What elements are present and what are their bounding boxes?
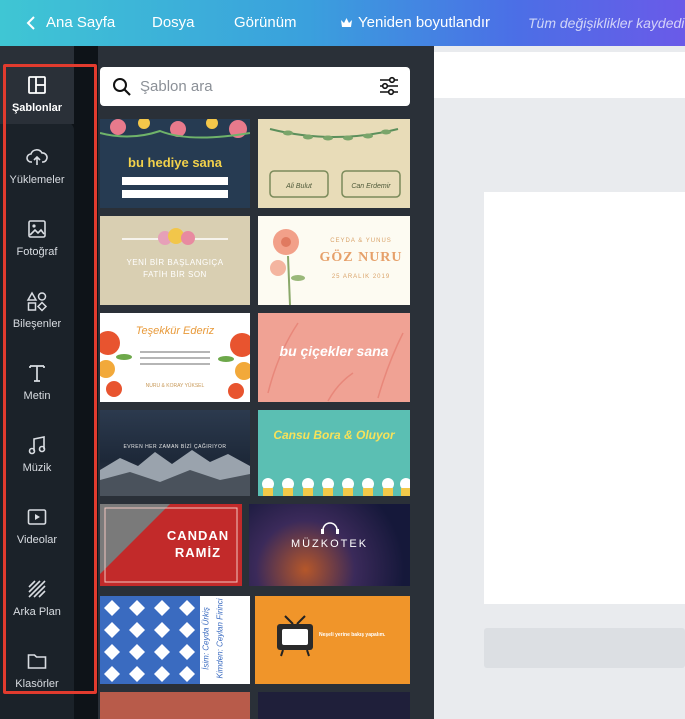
template-text: CEYDA & YUNUS	[330, 238, 392, 244]
template-text: EVREN HER ZAMAN BİZİ ÇAĞIRIYOR	[123, 444, 227, 450]
sidebar-item-elements[interactable]: Bileşenler	[0, 274, 74, 346]
add-page-bar[interactable]	[484, 628, 685, 668]
mountain-image	[100, 450, 250, 496]
template-card[interactable]: Teşekkür Ederiz NURU & KORAY YÜKSEL	[100, 313, 250, 402]
chevron-left-icon	[26, 15, 35, 30]
design-page[interactable]	[484, 192, 685, 604]
shapes-icon	[26, 291, 48, 312]
sidebar-item-text[interactable]: Metin	[0, 346, 74, 418]
template-card[interactable]: CANDAN RAMİZ	[100, 504, 242, 586]
template-card[interactable]: Ali Bulut Can Erdemir	[258, 119, 410, 208]
search-box[interactable]: Şablon ara	[100, 67, 410, 106]
template-card[interactable]: CEYDA & YUNUS GÖZ NURU 25 ARALIK 2019	[258, 216, 410, 305]
top-bar: Ana Sayfa Dosya Görünüm Yeniden boyutlan…	[0, 0, 685, 46]
template-title: CANDAN	[166, 528, 230, 543]
template-text: Kimden: Ceylan Firinci	[215, 598, 225, 679]
file-menu[interactable]: Dosya	[152, 14, 195, 31]
toolbar-area	[434, 52, 685, 98]
template-title: Cansu Bora & Oluyor	[273, 428, 395, 442]
search-input[interactable]: Şablon ara	[140, 78, 213, 95]
sidebar-item-uploads[interactable]: Yüklemeler	[0, 130, 74, 202]
sidebar-item-label: Klasörler	[15, 678, 59, 690]
editor-window: Ana Sayfa Dosya Görünüm Yeniden boyutlan…	[0, 0, 685, 719]
sidebar-item-label: Arka Plan	[13, 606, 61, 618]
template-text: Ali Bulut	[286, 183, 312, 190]
sidebar: Şablonlar Yüklemeler Fotoğraf Bileşenler…	[0, 46, 98, 719]
sidebar-item-label: Bileşenler	[12, 318, 62, 330]
filter-icon[interactable]	[378, 76, 400, 96]
save-status-text: Tüm değişiklikler kaydedi	[528, 15, 685, 31]
template-card[interactable]	[258, 692, 410, 719]
sidebar-item-label: Metin	[23, 390, 51, 402]
template-title: bu çiçekler sana	[279, 343, 389, 359]
template-text: YENİ BİR BAŞLANGIÇA	[126, 258, 224, 267]
tile-pattern	[100, 596, 200, 684]
view-label: Görünüm	[234, 14, 297, 31]
template-text: Can Erdemir	[351, 183, 391, 190]
template-text: 25 ARALIK 2019	[331, 274, 391, 280]
search-icon	[113, 77, 131, 96]
template-text: NURU & KORAY YÜKSEL	[145, 383, 205, 389]
template-title: MÜZKOTEK	[290, 538, 369, 550]
sidebar-item-background[interactable]: Arka Plan	[0, 562, 74, 634]
template-card[interactable]: YENİ BİR BAŞLANGIÇA FATİH BİR SON	[100, 216, 250, 305]
template-card[interactable]: bu hediye sana	[100, 119, 250, 208]
leaf-garland-decoration	[269, 128, 401, 198]
sidebar-item-music[interactable]: Müzik	[0, 418, 74, 490]
layout-icon	[28, 76, 46, 94]
save-status: Tüm değişiklikler kaydedi	[528, 15, 684, 31]
template-text: FATİH BİR SON	[143, 270, 207, 279]
sidebar-item-label: Videolar	[16, 534, 58, 546]
sidebar-item-videos[interactable]: Videolar	[0, 490, 74, 562]
template-card[interactable]: Cansu Bora & Oluyor	[258, 410, 410, 496]
template-text: İsim: Ceyda Ürkiş	[201, 607, 211, 670]
cupcake-decoration	[262, 478, 410, 496]
template-card[interactable]: bu çiçekler sana	[258, 313, 410, 402]
cloud-upload-icon	[26, 149, 48, 165]
template-card[interactable]	[100, 692, 250, 719]
template-card[interactable]: Neşeli yerine bakış yapalım.	[255, 596, 410, 684]
tv-icon	[277, 615, 313, 657]
template-card[interactable]: EVREN HER ZAMAN BİZİ ÇAĞIRIYOR	[100, 410, 250, 496]
template-card[interactable]: MÜZKOTEK	[249, 504, 410, 586]
templates-panel: Şablon ara bu hediye sana Ali Bulut Can …	[98, 46, 434, 719]
folder-icon	[27, 654, 47, 669]
template-title: GÖZ NURU	[319, 250, 403, 265]
image-icon	[28, 220, 46, 238]
template-title: Teşekkür Ederiz	[135, 325, 215, 337]
resize-label: Yeniden boyutlandır	[358, 14, 491, 31]
template-card[interactable]: İsim: Ceyda Ürkiş Kimden: Ceylan Firinci	[100, 596, 250, 684]
pattern-icon	[28, 580, 46, 598]
sidebar-item-photos[interactable]: Fotoğraf	[0, 202, 74, 274]
template-text: Neşeli yerine bakış yapalım.	[319, 632, 386, 638]
template-title: RAMİZ	[174, 545, 222, 560]
video-icon	[27, 509, 47, 525]
view-menu[interactable]: Görünüm	[234, 14, 297, 31]
sidebar-item-label: Yüklemeler	[9, 174, 65, 186]
text-icon	[29, 365, 45, 382]
sidebar-item-label: Fotoğraf	[16, 246, 58, 258]
template-title: bu hediye sana	[128, 155, 222, 170]
canvas-workspace	[434, 46, 685, 719]
sidebar-item-label: Müzik	[22, 462, 52, 474]
file-label: Dosya	[152, 14, 195, 31]
resize-button[interactable]: Yeniden boyutlandır	[340, 14, 490, 31]
crown-icon	[341, 18, 352, 27]
sidebar-item-templates[interactable]: Şablonlar	[0, 58, 74, 130]
sidebar-item-folders[interactable]: Klasörler	[0, 634, 74, 706]
home-link[interactable]: Ana Sayfa	[26, 14, 115, 31]
music-icon	[28, 436, 46, 455]
home-label: Ana Sayfa	[46, 14, 116, 31]
sidebar-item-label: Şablonlar	[11, 102, 63, 114]
